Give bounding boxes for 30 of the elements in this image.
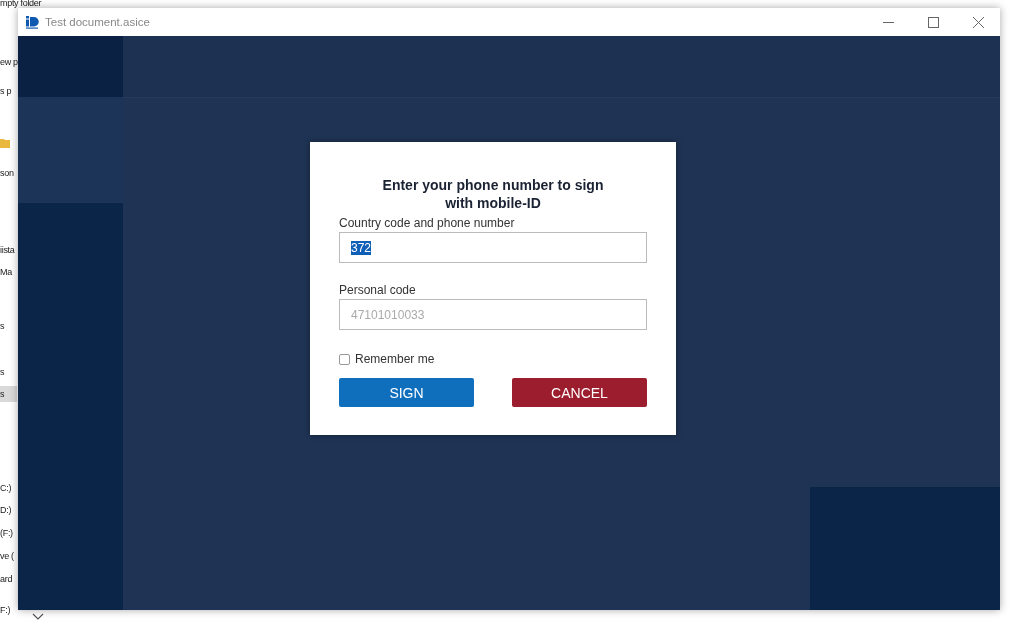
explorer-item[interactable]: mpty folder (0, 0, 42, 7)
explorer-item[interactable]: ard (0, 571, 13, 587)
chevron-down-icon[interactable] (32, 613, 44, 620)
folder-icon (0, 138, 10, 148)
personal-code-input-field[interactable]: 47101010033 (339, 299, 647, 330)
field-label: Country code and phone number (339, 216, 516, 230)
cancel-button[interactable]: CANCEL (512, 378, 647, 407)
explorer-item[interactable]: s (0, 318, 5, 334)
checkbox[interactable] (339, 353, 350, 365)
phone-input-field[interactable]: 372 (339, 232, 647, 263)
close-icon[interactable] (973, 16, 984, 28)
explorer-item[interactable]: ve ( (0, 548, 14, 564)
explorer-item[interactable]: s (0, 364, 5, 380)
explorer-item[interactable]: son (0, 165, 14, 181)
explorer-item[interactable]: C:) (0, 480, 12, 496)
explorer-item[interactable]: s (0, 386, 17, 402)
maximize-icon[interactable] (928, 16, 939, 28)
checkbox-label[interactable]: Remember me (355, 352, 435, 366)
explorer-item[interactable]: D:) (0, 502, 12, 518)
dialog-title: Enter your phone number to sign with mobile-ID (381, 176, 605, 212)
explorer-item[interactable]: s p (0, 83, 12, 99)
field-label: Personal code (339, 283, 417, 297)
explorer-item[interactable]: Ma (0, 264, 12, 280)
id-logo-icon (26, 15, 39, 29)
window-title: Test document.asice (45, 16, 150, 28)
explorer-item[interactable]: F:) (0, 602, 11, 618)
explorer-item[interactable]: (F:) (0, 525, 13, 541)
explorer-item[interactable]: ew p (0, 54, 18, 70)
explorer-item[interactable]: iista (0, 242, 15, 258)
sign-button[interactable]: SIGN (339, 378, 474, 407)
